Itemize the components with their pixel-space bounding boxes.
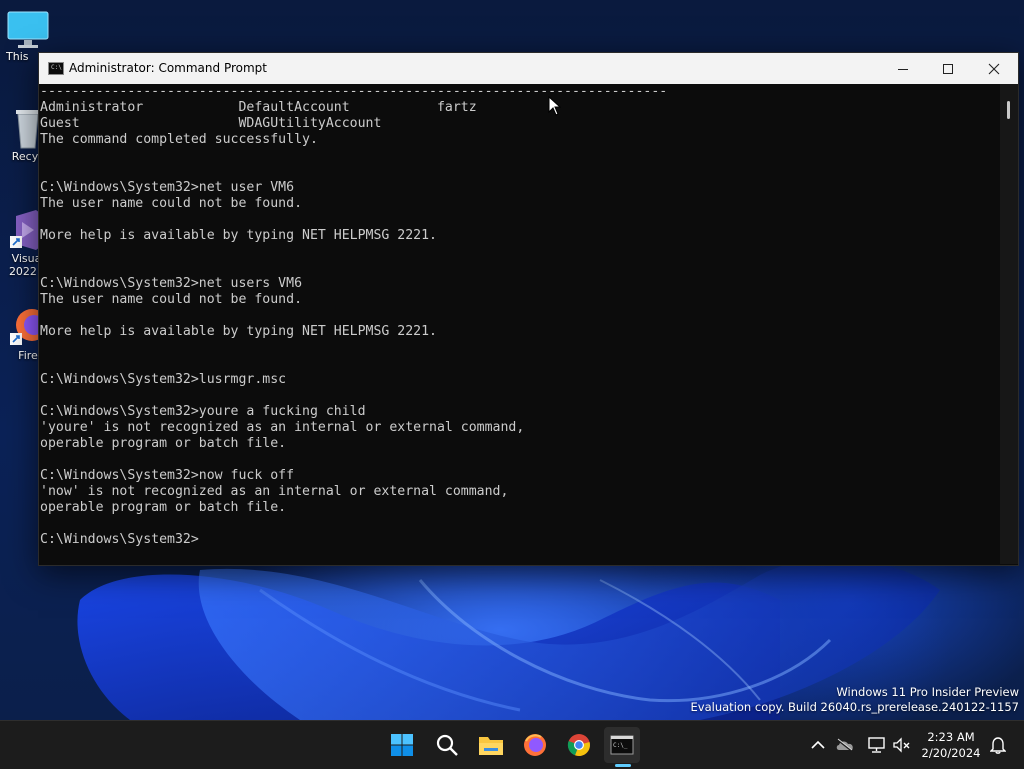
minimize-icon (898, 68, 908, 70)
console-line: The command completed successfully. (40, 132, 318, 147)
chrome-icon (567, 734, 590, 757)
clock-date: 2/20/2024 (921, 746, 981, 760)
console-line: More help is available by typing NET HEL… (40, 228, 437, 243)
console-line: More help is available by typing NET HEL… (40, 324, 437, 339)
file-explorer-button[interactable] (473, 727, 509, 763)
console-line: C:\Windows\System32>lusrmgr.msc (40, 372, 287, 387)
clock-time: 2:23 AM (927, 730, 975, 744)
console-line: C:\Windows\System32>now fuck off (40, 468, 295, 483)
console-line: C:\Windows\System32> (40, 532, 199, 547)
chevron-up-icon (811, 740, 825, 749)
file-explorer-icon (479, 737, 503, 755)
console-line: The user name could not be found. (40, 292, 303, 307)
console-line: operable program or batch file. (40, 436, 287, 451)
start-icon (391, 734, 413, 756)
notifications-button[interactable] (980, 727, 1016, 763)
console-line: Administrator DefaultAccount fartz (40, 100, 477, 115)
console-line: The user name could not be found. (40, 196, 303, 211)
console-line: C:\Windows\System32>net users VM6 (40, 276, 303, 291)
command-prompt-taskbar-button[interactable]: C:\_ (604, 727, 640, 763)
command-prompt-icon: C:\ (48, 62, 64, 75)
close-icon (988, 63, 1000, 74)
evaluation-watermark: Windows 11 Pro Insider Preview Evaluatio… (691, 685, 1019, 715)
maximize-button[interactable] (925, 53, 971, 84)
console-line: C:\Windows\System32>youre a fucking chil… (40, 404, 366, 419)
watermark-line-2: Evaluation copy. Build 26040.rs_prerelea… (690, 700, 1019, 714)
svg-text:C:\_: C:\_ (613, 742, 628, 749)
console-line: 'now' is not recognized as an internal o… (40, 484, 509, 499)
search-icon (436, 734, 458, 756)
volume-tray-button[interactable] (884, 727, 920, 763)
onedrive-icon (836, 738, 853, 752)
window-title: Administrator: Command Prompt (69, 61, 267, 75)
notifications-icon (990, 737, 1006, 754)
search-button[interactable] (429, 727, 465, 763)
scrollbar-thumb[interactable] (1007, 101, 1010, 119)
minimize-button[interactable] (880, 53, 926, 84)
console-line: ----------------------------------------… (40, 84, 668, 99)
console-line: Guest WDAGUtilityAccount (40, 116, 382, 131)
volume-muted-icon (893, 737, 910, 753)
onedrive-tray-button[interactable] (827, 727, 863, 763)
watermark-line-1: Windows 11 Pro Insider Preview (836, 685, 1019, 699)
title-bar[interactable]: C:\ Administrator: Command Prompt (39, 53, 1018, 84)
chrome-taskbar-button[interactable] (561, 727, 597, 763)
firefox-icon (524, 734, 546, 756)
close-button[interactable] (971, 53, 1017, 84)
mouse-pointer-icon (548, 96, 562, 116)
monitor-icon (7, 11, 49, 48)
console-line: operable program or batch file. (40, 500, 287, 515)
system-clock[interactable]: 2:23 AM 2/20/2024 (920, 729, 982, 761)
console-line: C:\Windows\System32>net user VM6 (40, 180, 295, 195)
start-button[interactable] (384, 727, 420, 763)
firefox-taskbar-button[interactable] (517, 727, 553, 763)
command-prompt-window[interactable]: C:\ Administrator: Command Prompt ------… (38, 52, 1019, 566)
maximize-icon (943, 63, 953, 74)
terminal-icon: C:\_ (610, 735, 634, 755)
console-output[interactable]: ----------------------------------------… (39, 84, 1000, 564)
console-line: 'youre' is not recognized as an internal… (40, 420, 525, 435)
vertical-scrollbar[interactable] (1000, 84, 1018, 564)
taskbar: C:\_ 2:23 AM 2/20/2024 (0, 720, 1024, 769)
active-app-indicator (615, 764, 631, 767)
